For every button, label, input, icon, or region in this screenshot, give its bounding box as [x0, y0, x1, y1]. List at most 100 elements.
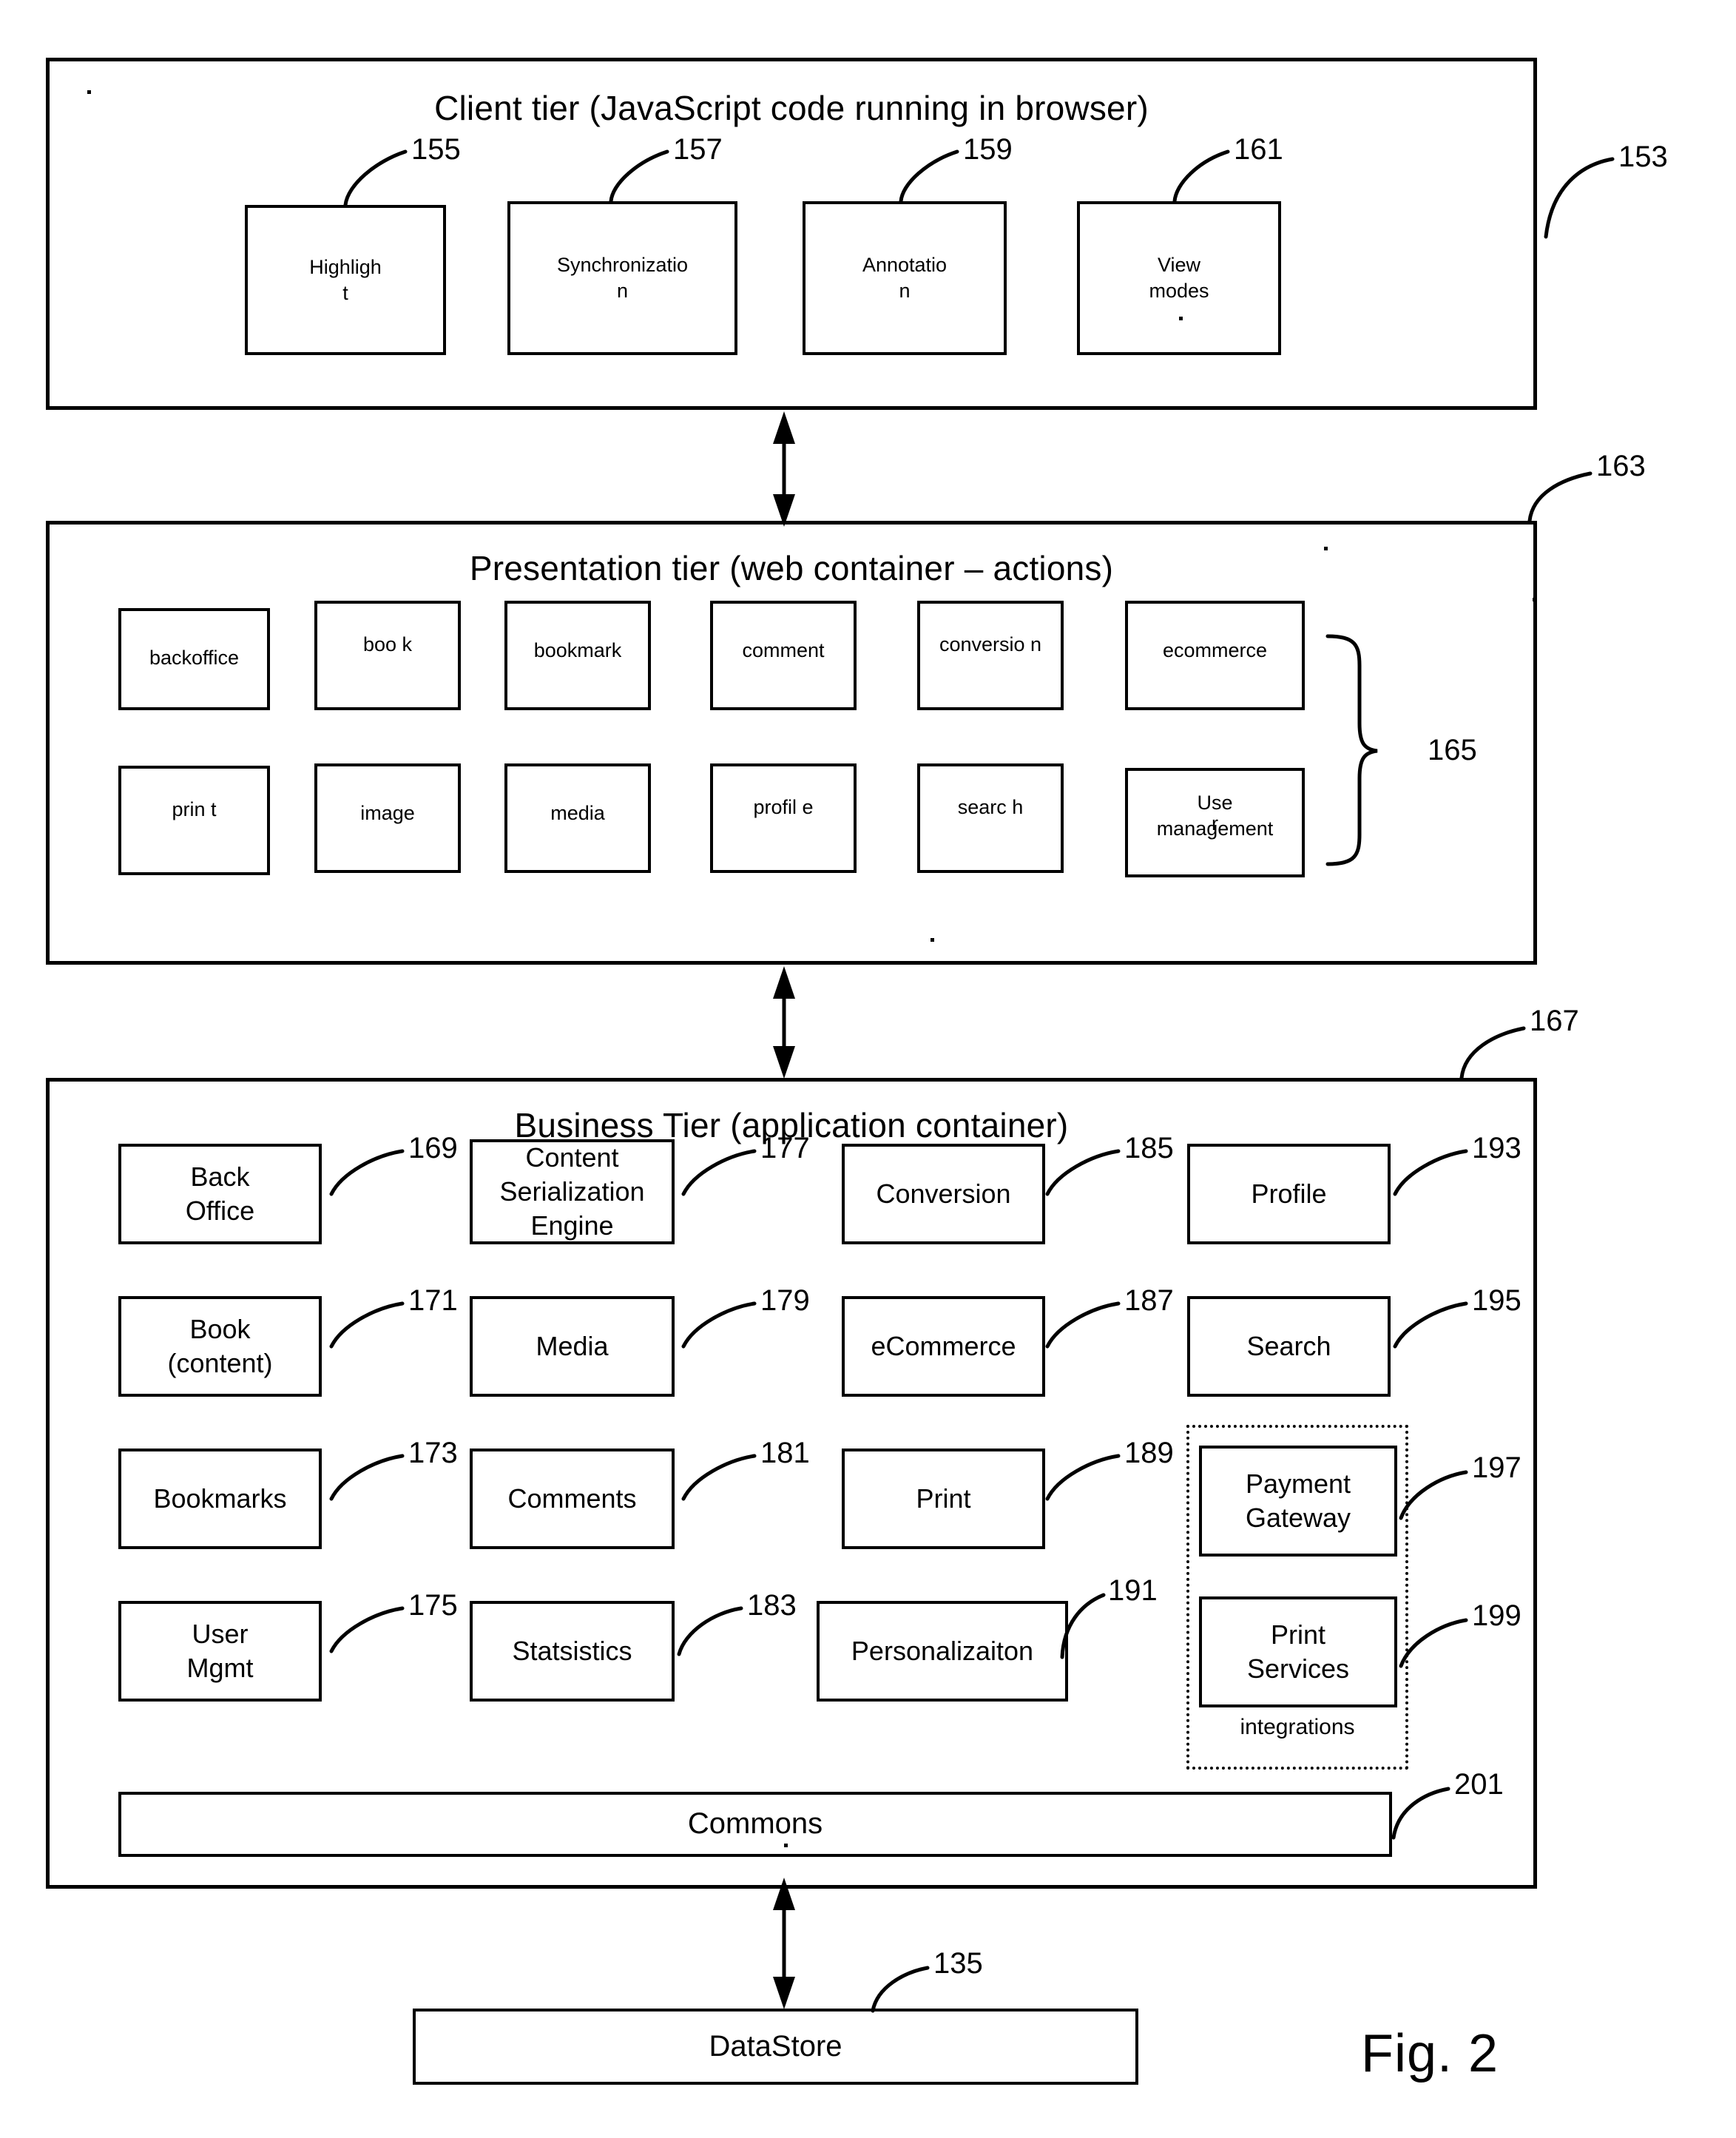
ref-159: 159 [963, 133, 1013, 166]
business-box-ecommerce: eCommerce [842, 1296, 1045, 1397]
client-box-annotation: Annotatio n [803, 201, 1007, 355]
presentation-box-comment-label: comment [742, 639, 825, 661]
presentation-tier-title: Presentation tier (web container – actio… [469, 549, 1114, 587]
presentation-box-profile-line2: e [802, 796, 814, 818]
business-box-profile-label: Profile [1251, 1178, 1327, 1209]
presentation-box-ecommerce-label: ecommerce [1162, 639, 1268, 661]
presentation-box-book-line2: k [402, 633, 413, 655]
business-box-back-office-line1: Back [190, 1161, 250, 1192]
presentation-box-conversion-line1: conversio [939, 633, 1025, 655]
business-box-payment-gateway-line2: Gateway [1245, 1503, 1351, 1533]
ref-187: 187 [1124, 1284, 1174, 1317]
ref-201: 201 [1454, 1768, 1504, 1801]
ref-181: 181 [760, 1437, 810, 1469]
business-box-user-mgmt-line1: User [192, 1618, 249, 1649]
business-box-comments: Comments [470, 1449, 675, 1549]
business-box-statistics: Statsistics [470, 1601, 675, 1702]
business-box-book-content-line2: (content) [167, 1348, 273, 1378]
leader-167 [1459, 1026, 1526, 1080]
ref-189: 189 [1124, 1437, 1174, 1469]
business-box-media: Media [470, 1296, 675, 1397]
scan-speckle-4 [1324, 547, 1328, 550]
arrowhead-up-client [773, 411, 795, 444]
presentation-box-backoffice-label: backoffice [149, 647, 240, 669]
client-box-highlight-line1: Highligh [309, 255, 382, 278]
business-box-payment-gateway-line1: Payment [1245, 1468, 1351, 1499]
ref-185: 185 [1124, 1132, 1174, 1164]
presentation-box-print: prin t [118, 766, 270, 875]
ref-171: 171 [408, 1284, 458, 1317]
client-box-annotation-line1: Annotatio [862, 254, 948, 277]
client-box-synchronization: Synchronizatio n [507, 201, 737, 355]
presentation-box-search-line2: h [1012, 796, 1024, 818]
presentation-box-ecommerce: ecommerce [1125, 601, 1305, 710]
ref-157: 157 [673, 133, 723, 166]
patent-figure-2: Client tier (JavaScript code running in … [0, 0, 1736, 2138]
business-box-content-serialization-engine-line2: Serialization [499, 1176, 645, 1207]
client-box-view-modes-line2: modes [1149, 280, 1209, 302]
arrowhead-down-datastore [773, 1977, 795, 2009]
business-box-back-office-line2: Office [185, 1196, 255, 1226]
arrowhead-down-business [773, 1046, 795, 1079]
business-box-personalization-label: Personalizaiton [851, 1635, 1034, 1666]
ref-197: 197 [1472, 1451, 1521, 1484]
client-box-view-modes: View modes [1077, 201, 1281, 355]
business-box-print-services-line2: Services [1246, 1653, 1350, 1684]
ref-163: 163 [1596, 450, 1646, 482]
integrations-label: integrations [1240, 1715, 1355, 1739]
ref-183: 183 [747, 1589, 797, 1622]
business-box-profile: Profile [1187, 1144, 1391, 1244]
client-box-highlight: Highligh t [245, 205, 446, 355]
business-box-print-label: Print [916, 1483, 971, 1514]
business-box-content-serialization-engine: Content Serialization Engine [470, 1139, 675, 1244]
presentation-box-book: boo k [314, 601, 461, 710]
client-box-annotation-line2: n [899, 280, 911, 302]
presentation-box-print-line2: t [211, 798, 217, 820]
presentation-box-profile: profil e [710, 763, 857, 873]
presentation-box-image-label: image [360, 802, 415, 824]
presentation-tier-container: Presentation tier (web container – actio… [46, 521, 1537, 965]
ref-153: 153 [1618, 141, 1668, 173]
client-box-synchronization-line2: n [616, 280, 629, 302]
presentation-box-conversion-line2: n [1030, 633, 1042, 655]
scan-speckle-1 [87, 90, 91, 94]
business-box-conversion: Conversion [842, 1144, 1045, 1244]
presentation-box-user-management-overlap: r [1212, 812, 1218, 834]
presentation-box-profile-line1: profil [753, 796, 797, 818]
business-box-search: Search [1187, 1296, 1391, 1397]
business-box-search-label: Search [1246, 1330, 1331, 1361]
ref-195: 195 [1472, 1284, 1521, 1317]
ref-175: 175 [408, 1589, 458, 1622]
business-box-print-services-line1: Print [1270, 1619, 1326, 1650]
presentation-box-search-line1: searc [957, 796, 1007, 818]
ref-173: 173 [408, 1437, 458, 1469]
scan-speckle-3 [931, 938, 934, 942]
presentation-box-book-line1: boo [362, 633, 397, 655]
commons-bar-label: Commons [687, 1807, 823, 1841]
scan-speckle-5 [784, 1844, 788, 1847]
ref-167: 167 [1530, 1005, 1579, 1037]
presentation-box-print-line1: prin [172, 798, 206, 820]
business-box-payment-gateway: Payment Gateway [1199, 1446, 1397, 1557]
ref-177: 177 [760, 1132, 810, 1164]
business-box-bookmarks-label: Bookmarks [153, 1483, 287, 1514]
presentation-box-search: searc h [917, 763, 1064, 873]
ref-155: 155 [411, 133, 461, 166]
presentation-box-media: media [504, 763, 651, 873]
ref-179: 179 [760, 1284, 810, 1317]
client-box-highlight-line2: t [342, 281, 348, 304]
scan-speckle-6 [1179, 317, 1183, 320]
business-box-content-serialization-engine-line3: Engine [530, 1210, 614, 1241]
ref-193: 193 [1472, 1132, 1521, 1164]
ref-191: 191 [1108, 1574, 1158, 1607]
arrowhead-up-presentation [773, 966, 795, 999]
client-box-synchronization-line1: Synchronizatio [556, 254, 689, 277]
business-box-bookmarks: Bookmarks [118, 1449, 322, 1549]
business-box-print-services: Print Services [1199, 1596, 1397, 1707]
business-box-book-content: Book (content) [118, 1296, 322, 1397]
presentation-box-media-label: media [550, 802, 605, 824]
business-box-media-label: Media [536, 1330, 609, 1361]
leader-135 [871, 1966, 930, 2013]
business-box-statistics-label: Statsistics [512, 1635, 632, 1666]
figure-caption: Fig. 2 [1361, 2024, 1499, 2083]
